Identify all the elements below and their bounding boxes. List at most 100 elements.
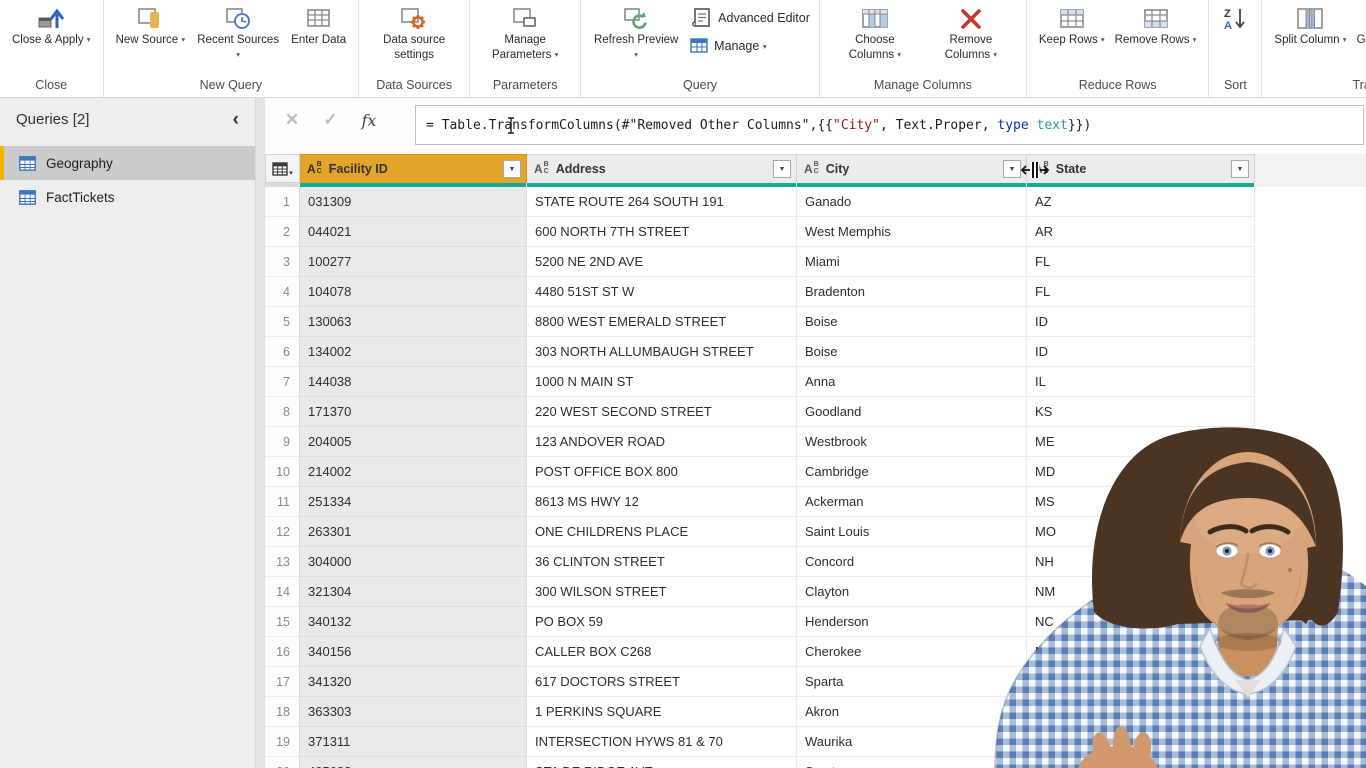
remove-columns-button[interactable]: Remove Columns ▾ (923, 2, 1019, 63)
row-number[interactable]: 16 (265, 637, 300, 667)
row-number[interactable]: 10 (265, 457, 300, 487)
filter-button[interactable]: ▼ (1231, 160, 1249, 178)
row-number[interactable]: 13 (265, 547, 300, 577)
cell[interactable]: STATE ROUTE 264 SOUTH 191 (527, 187, 797, 217)
cell[interactable]: 303 NORTH ALLUMBAUGH STREET (527, 337, 797, 367)
cell[interactable]: CALLER BOX C268 (527, 637, 797, 667)
cell[interactable]: 104078 (300, 277, 527, 307)
cell[interactable]: 263301 (300, 517, 527, 547)
cell[interactable]: STA DE RIDGE AVE (527, 757, 797, 768)
cell[interactable]: 204005 (300, 427, 527, 457)
cell[interactable]: Henderson (797, 607, 1027, 637)
cell[interactable]: ONE CHILDRENS PLACE (527, 517, 797, 547)
cell[interactable]: 363303 (300, 697, 527, 727)
cell[interactable]: Bradenton (797, 277, 1027, 307)
filter-button[interactable]: ▼ (1003, 160, 1021, 178)
collapse-pane-icon[interactable]: ‹ (233, 114, 239, 126)
cell[interactable]: 340156 (300, 637, 527, 667)
cell[interactable]: Miami (797, 247, 1027, 277)
cell[interactable]: 405033 (300, 757, 527, 768)
row-number[interactable]: 12 (265, 517, 300, 547)
cell[interactable]: Sparta (797, 667, 1027, 697)
cell[interactable] (1027, 757, 1255, 768)
filter-button[interactable]: ▼ (503, 160, 521, 178)
cell[interactable]: 123 ANDOVER ROAD (527, 427, 797, 457)
cell[interactable]: 340132 (300, 607, 527, 637)
cell[interactable]: 371311 (300, 727, 527, 757)
group-by-button[interactable]: Group By (1352, 2, 1366, 48)
cell[interactable]: NM (1027, 577, 1255, 607)
advanced-editor-button[interactable]: Advanced Editor (690, 7, 810, 29)
cell[interactable]: ME (1027, 427, 1255, 457)
row-number[interactable]: 6 (265, 337, 300, 367)
cell[interactable] (1027, 697, 1255, 727)
refresh-preview-button[interactable]: Refresh Preview ▾ (588, 2, 684, 63)
cell[interactable]: 214002 (300, 457, 527, 487)
cell[interactable]: MD (1027, 457, 1255, 487)
column-header-address[interactable]: ABCAddress▼ (527, 154, 797, 183)
cell[interactable]: PO BOX 59 (527, 607, 797, 637)
formula-input[interactable]: = Table.TransformColumns(#"Removed Other… (415, 105, 1364, 145)
row-number[interactable]: 19 (265, 727, 300, 757)
cell[interactable]: 600 NORTH 7TH STREET (527, 217, 797, 247)
cell[interactable]: 251334 (300, 487, 527, 517)
cell[interactable]: 1000 N MAIN ST (527, 367, 797, 397)
cell[interactable]: INTERSECTION HYWS 81 & 70 (527, 727, 797, 757)
cell[interactable]: NH (1027, 547, 1255, 577)
cell[interactable]: 130063 (300, 307, 527, 337)
cell[interactable]: 134002 (300, 337, 527, 367)
cell[interactable]: Cambridge (797, 457, 1027, 487)
cell[interactable]: 1 PERKINS SQUARE (527, 697, 797, 727)
cell[interactable]: 144038 (300, 367, 527, 397)
cell[interactable]: 617 DOCTORS STREET (527, 667, 797, 697)
column-header-state[interactable]: ABCState▼ (1027, 154, 1255, 183)
row-number[interactable]: 11 (265, 487, 300, 517)
cell[interactable]: Boise (797, 337, 1027, 367)
manage-parameters-button[interactable]: Manage Parameters ▾ (477, 2, 573, 63)
row-number[interactable]: 14 (265, 577, 300, 607)
formula-accept-button[interactable]: ✓ (323, 110, 337, 130)
row-number[interactable]: 8 (265, 397, 300, 427)
cell[interactable]: 4480 51ST ST W (527, 277, 797, 307)
row-number[interactable]: 15 (265, 607, 300, 637)
query-item-geography[interactable]: Geography (0, 146, 255, 180)
cell[interactable]: POST OFFICE BOX 800 (527, 457, 797, 487)
data-source-settings-button[interactable]: Data source settings (366, 2, 462, 63)
column-header-facility-id[interactable]: ABCFacility ID▼ (300, 154, 527, 183)
row-number[interactable]: 3 (265, 247, 300, 277)
row-number[interactable]: 7 (265, 367, 300, 397)
cell[interactable]: Anna (797, 367, 1027, 397)
cell[interactable]: 220 WEST SECOND STREET (527, 397, 797, 427)
cell[interactable] (1027, 667, 1255, 697)
cell[interactable]: FL (1027, 277, 1255, 307)
new-source-button[interactable]: New Source ▾ (111, 2, 191, 48)
cell[interactable]: NC (1027, 607, 1255, 637)
close-apply-button[interactable]: Close & Apply ▾ (7, 2, 96, 48)
cell[interactable]: 044021 (300, 217, 527, 247)
row-number[interactable]: 17 (265, 667, 300, 697)
row-number[interactable]: 18 (265, 697, 300, 727)
choose-columns-button[interactable]: Choose Columns ▾ (827, 2, 923, 63)
cell[interactable]: 300 WILSON STREET (527, 577, 797, 607)
cell[interactable]: ID (1027, 307, 1255, 337)
filter-button[interactable]: ▼ (773, 160, 791, 178)
cell[interactable]: 321304 (300, 577, 527, 607)
cell[interactable]: Clayton (797, 577, 1027, 607)
cell[interactable]: FL (1027, 247, 1255, 277)
row-number[interactable]: 5 (265, 307, 300, 337)
column-header-city[interactable]: ABCCity▼ (797, 154, 1027, 183)
cell[interactable]: ID (1027, 337, 1255, 367)
row-number[interactable]: 9 (265, 427, 300, 457)
formula-cancel-button[interactable]: ✕ (285, 110, 299, 130)
remove-rows-button[interactable]: Remove Rows ▾ (1110, 2, 1202, 48)
cell[interactable]: KS (1027, 397, 1255, 427)
cell[interactable]: Ganado (797, 187, 1027, 217)
cell[interactable]: MS (1027, 487, 1255, 517)
cell[interactable]: Boise (797, 307, 1027, 337)
cell[interactable]: Saint Louis (797, 517, 1027, 547)
cell[interactable]: 5200 NE 2ND AVE (527, 247, 797, 277)
recent-sources-button[interactable]: Recent Sources ▾ (190, 2, 286, 63)
cell[interactable]: NC (1027, 637, 1255, 667)
cell[interactable]: AR (1027, 217, 1255, 247)
cell[interactable]: IL (1027, 367, 1255, 397)
